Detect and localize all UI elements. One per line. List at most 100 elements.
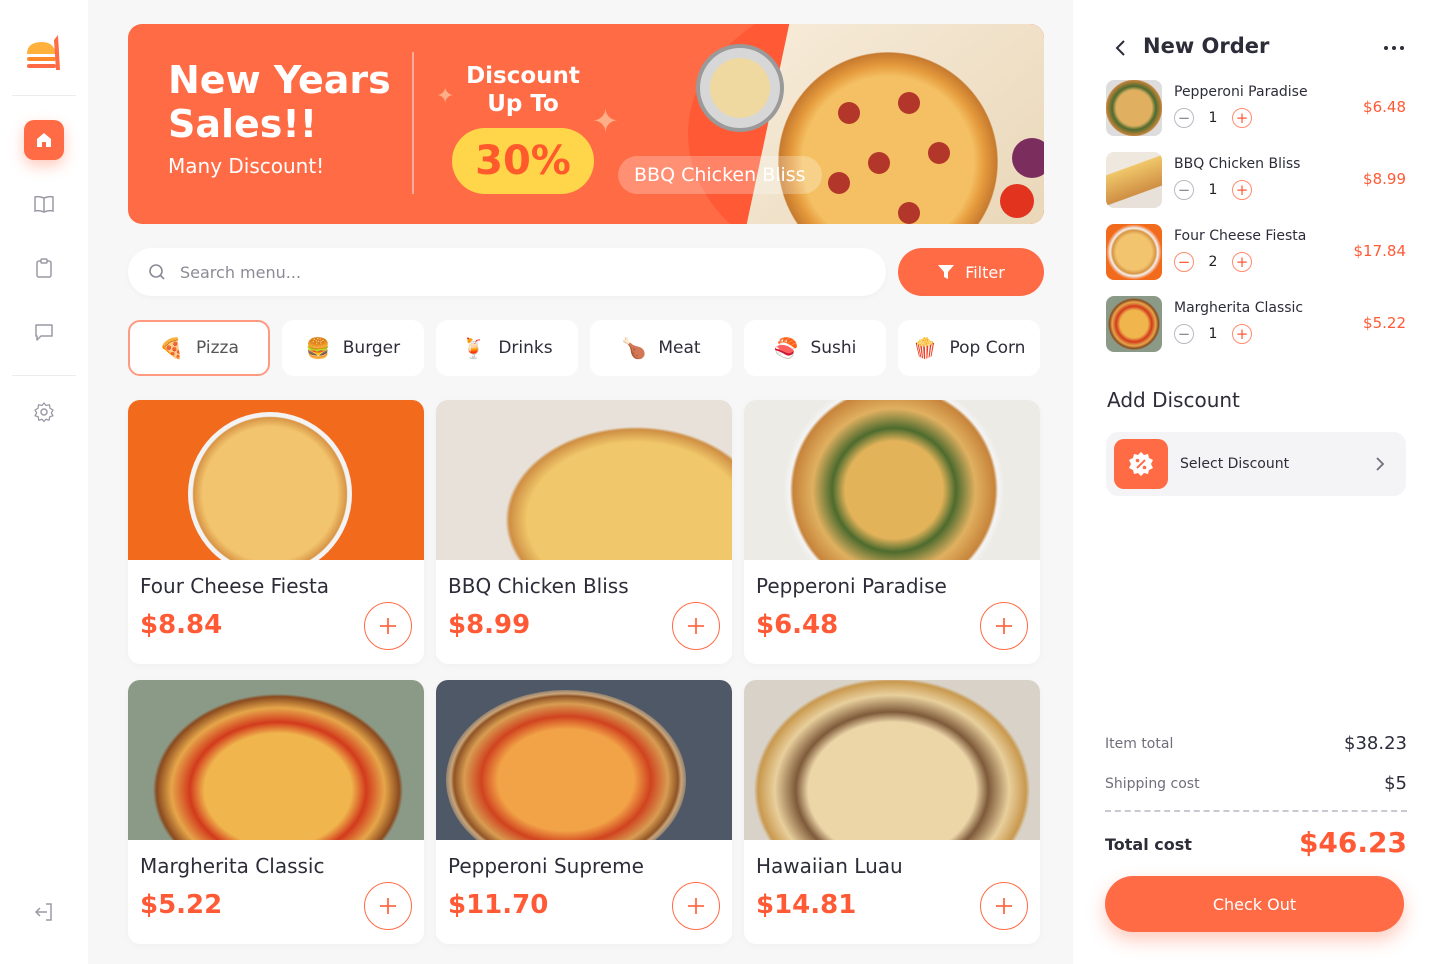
menu-card[interactable]: Pepperoni Supreme $11.70	[436, 680, 732, 944]
increase-quantity-button[interactable]: +	[1232, 180, 1252, 200]
onion-image	[1012, 138, 1044, 178]
category-label: Pizza	[196, 338, 239, 358]
category-sushi[interactable]: 🍣 Sushi	[744, 320, 886, 376]
menu-item-name: Pepperoni Paradise	[756, 574, 947, 598]
banner-product-tag: BBQ Chicken Bliss	[618, 156, 822, 194]
menu-item-price: $8.84	[140, 610, 223, 640]
search-icon	[149, 264, 165, 280]
order-item: BBQ Chicken Bliss − 1 + $8.99	[1106, 152, 1406, 210]
order-item-name: Four Cheese Fiesta	[1174, 228, 1307, 244]
menu-item-name: Pepperoni Supreme	[448, 854, 644, 878]
decrease-quantity-button[interactable]: −	[1174, 252, 1194, 272]
menu-card[interactable]: Pepperoni Paradise $6.48	[744, 400, 1040, 664]
menu-card-image	[128, 680, 424, 840]
discount-badge-icon	[1114, 439, 1168, 489]
filter-label: Filter	[965, 262, 1005, 282]
chevron-right-icon	[1372, 454, 1388, 478]
meat-icon: 🍗	[621, 336, 647, 360]
plus-icon	[380, 618, 396, 634]
menu-item-price: $14.81	[756, 890, 857, 920]
order-item-price: $6.48	[1363, 98, 1406, 116]
category-pop-corn[interactable]: 🍿 Pop Corn	[898, 320, 1040, 376]
order-item-price: $8.99	[1363, 170, 1406, 188]
add-to-order-button[interactable]	[672, 602, 720, 650]
increase-quantity-button[interactable]: +	[1232, 252, 1252, 272]
decrease-quantity-button[interactable]: −	[1174, 180, 1194, 200]
menu-card-image	[436, 680, 732, 840]
gear-icon	[34, 402, 54, 423]
order-item-name: BBQ Chicken Bliss	[1174, 156, 1301, 172]
cheese-bowl-image	[696, 44, 784, 132]
category-drinks[interactable]: 🍹 Drinks	[436, 320, 578, 376]
category-label: Pop Corn	[949, 338, 1026, 358]
decrease-quantity-button[interactable]: −	[1174, 324, 1194, 344]
category-label: Sushi	[810, 338, 857, 358]
menu-card[interactable]: BBQ Chicken Bliss $8.99	[436, 400, 732, 664]
checkout-button[interactable]: Check Out	[1105, 876, 1404, 932]
plus-icon	[996, 618, 1012, 634]
quantity-stepper: − 1 +	[1174, 180, 1252, 200]
filter-button[interactable]: Filter	[898, 248, 1044, 296]
decrease-quantity-button[interactable]: −	[1174, 108, 1194, 128]
add-to-order-button[interactable]	[980, 602, 1028, 650]
sushi-icon: 🍣	[773, 336, 799, 360]
increase-quantity-button[interactable]: +	[1232, 324, 1252, 344]
add-to-order-button[interactable]	[980, 882, 1028, 930]
category-label: Meat	[658, 338, 701, 358]
plus-icon	[380, 898, 396, 914]
category-label: Burger	[342, 338, 401, 358]
menu-item-price: $5.22	[140, 890, 223, 920]
menu-card-image	[744, 680, 1040, 840]
order-item-quantity: 1	[1208, 110, 1218, 126]
category-burger[interactable]: 🍔 Burger	[282, 320, 424, 376]
search-bar[interactable]	[128, 248, 886, 296]
sidebar-item-menu[interactable]	[24, 184, 64, 224]
order-item-name: Margherita Classic	[1174, 300, 1304, 316]
order-panel: New Order Pepperoni Paradise − 1 + $6.48…	[1073, 0, 1440, 964]
menu-item-name: Four Cheese Fiesta	[140, 574, 330, 598]
search-input[interactable]	[180, 262, 780, 282]
menu-item-name: BBQ Chicken Bliss	[448, 574, 629, 598]
order-item-price: $17.84	[1353, 242, 1407, 260]
increase-quantity-button[interactable]: +	[1232, 108, 1252, 128]
item-total-label: Item total	[1105, 736, 1174, 752]
quantity-stepper: − 1 +	[1174, 108, 1252, 128]
order-item-thumbnail	[1106, 152, 1162, 208]
add-to-order-button[interactable]	[672, 882, 720, 930]
back-button[interactable]	[1109, 36, 1133, 60]
pizza-icon: 🍕	[159, 336, 185, 360]
burger-icon: 🍔	[305, 336, 331, 360]
sidebar-item-messages[interactable]	[24, 312, 64, 352]
plus-icon	[996, 898, 1012, 914]
order-item-quantity: 2	[1208, 254, 1218, 270]
order-item-thumbnail	[1106, 80, 1162, 136]
chat-icon	[35, 324, 53, 341]
promo-banner[interactable]: New Years Sales!! Many Discount! ✦ ✦ Dis…	[128, 24, 1044, 224]
order-title: New Order	[1143, 34, 1270, 58]
menu-card[interactable]: Four Cheese Fiesta $8.84	[128, 400, 424, 664]
more-options-button[interactable]	[1379, 36, 1409, 60]
plus-icon	[688, 618, 704, 634]
menu-item-name: Margherita Classic	[140, 854, 325, 878]
sidebar-item-home[interactable]	[24, 120, 64, 160]
sidebar-item-settings[interactable]	[24, 392, 64, 432]
category-pizza[interactable]: 🍕 Pizza	[128, 320, 270, 376]
main-content: New Years Sales!! Many Discount! ✦ ✦ Dis…	[88, 0, 1073, 964]
banner-discount-label: Discount Up To	[466, 63, 580, 117]
order-item-thumbnail	[1106, 224, 1162, 280]
logout-icon	[34, 903, 52, 921]
category-meat[interactable]: 🍗 Meat	[590, 320, 732, 376]
add-to-order-button[interactable]	[364, 882, 412, 930]
quantity-stepper: − 1 +	[1174, 324, 1252, 344]
sidebar-item-orders[interactable]	[24, 248, 64, 288]
order-item-quantity: 1	[1208, 326, 1218, 342]
add-to-order-button[interactable]	[364, 602, 412, 650]
menu-card[interactable]: Hawaiian Luau $14.81	[744, 680, 1040, 944]
popcorn-icon: 🍿	[912, 336, 938, 360]
drink-icon: 🍹	[461, 336, 487, 360]
shipping-cost-value: $5	[1384, 773, 1407, 794]
sidebar-item-logout[interactable]	[24, 892, 64, 932]
banner-title: New Years Sales!!	[168, 58, 391, 146]
select-discount-button[interactable]: Select Discount	[1106, 432, 1406, 496]
menu-card[interactable]: Margherita Classic $5.22	[128, 680, 424, 944]
